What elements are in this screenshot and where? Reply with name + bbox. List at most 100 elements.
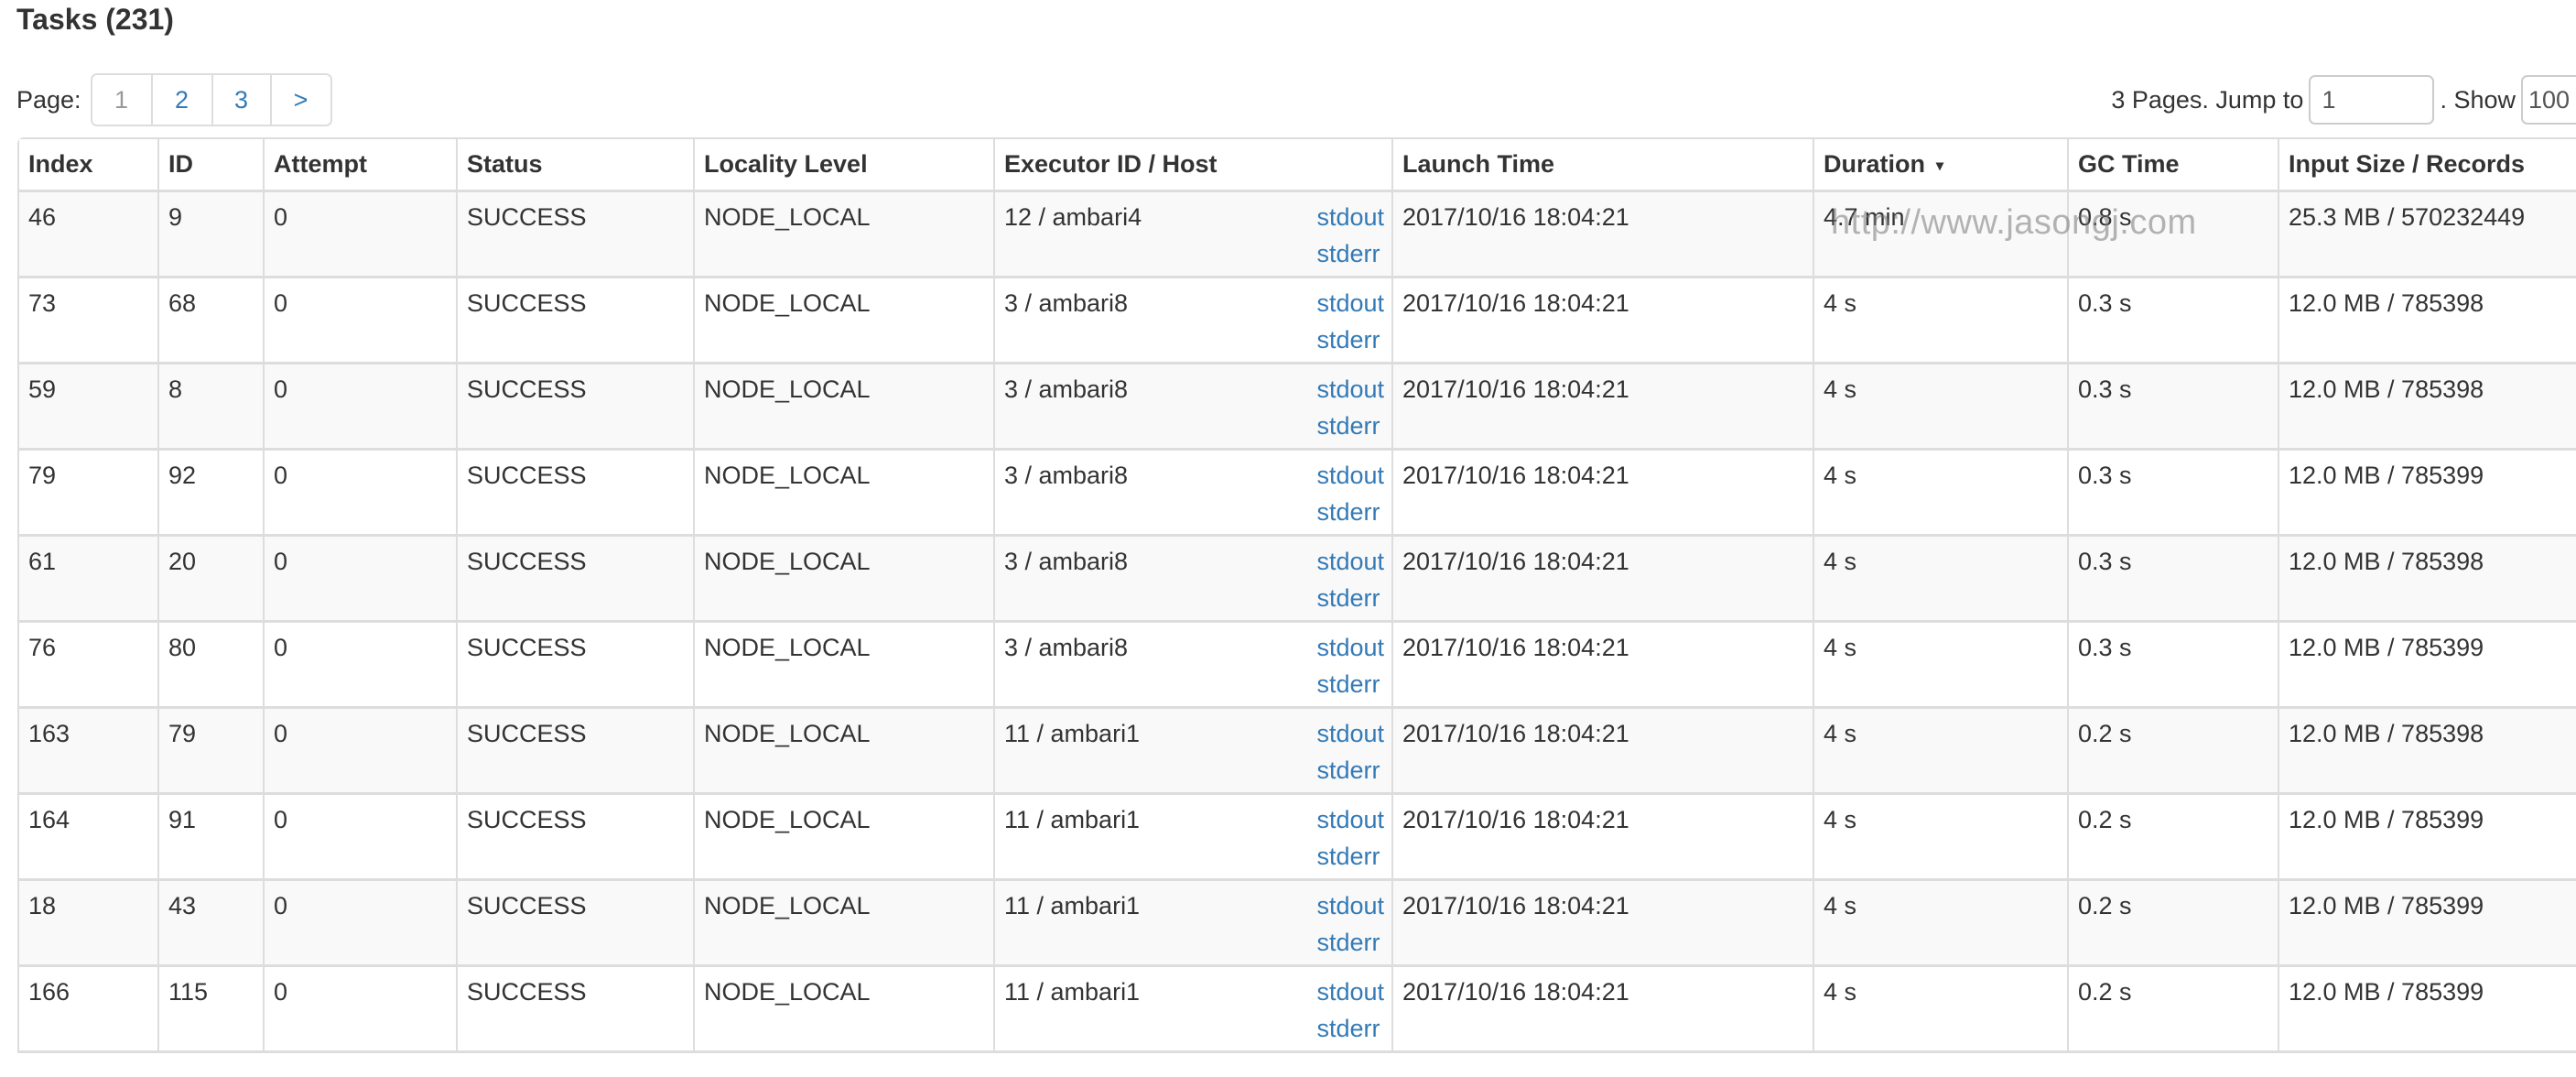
task-id: 68: [159, 278, 265, 364]
stdout-link[interactable]: stdout: [1316, 801, 1384, 838]
stdout-link[interactable]: stdout: [1316, 543, 1384, 580]
task-attempt: 0: [265, 451, 458, 537]
next-page-button[interactable]: >: [271, 75, 330, 125]
stdout-link[interactable]: stdout: [1316, 457, 1384, 494]
log-links: stdout stderr: [1316, 887, 1384, 961]
launch-time: 2017/10/16 18:04:21: [1393, 709, 1814, 795]
stdout-link[interactable]: stdout: [1316, 199, 1384, 235]
executor-cell: 12 / ambari4 stdout stderr: [995, 192, 1393, 278]
launch-time: 2017/10/16 18:04:21: [1393, 451, 1814, 537]
table-row: 79 92 0 SUCCESS NODE_LOCAL 3 / ambari8 stdout s…: [19, 451, 2576, 537]
table-row: 73 68 0 SUCCESS NODE_LOCAL 3 / ambari8 stdout s…: [19, 278, 2576, 364]
executor-host: 3 / ambari8: [1004, 548, 1129, 575]
stderr-link[interactable]: stderr: [1316, 924, 1380, 961]
page-button-3[interactable]: 3: [212, 75, 272, 125]
column-header-launch-time[interactable]: Launch Time: [1393, 139, 1814, 192]
stderr-link[interactable]: stderr: [1316, 752, 1380, 789]
page-title: Tasks (231): [16, 3, 174, 36]
log-links: stdout stderr: [1316, 371, 1384, 444]
task-attempt: 0: [265, 537, 458, 623]
task-locality: NODE_LOCAL: [695, 967, 995, 1053]
task-attempt: 0: [265, 364, 458, 451]
page-button-1[interactable]: 1: [92, 75, 153, 125]
task-index: 76: [19, 623, 159, 709]
stdout-link[interactable]: stdout: [1316, 629, 1384, 666]
task-duration: 4 s: [1814, 967, 2069, 1053]
column-header-input-size[interactable]: Input Size / Records: [2279, 139, 2576, 192]
input-size-records: 12.0 MB / 785398: [2279, 364, 2576, 451]
table-row: 163 79 0 SUCCESS NODE_LOCAL 11 / ambari1 stdou…: [19, 709, 2576, 795]
task-duration: 4 s: [1814, 537, 2069, 623]
executor-host: 11 / ambari1: [1004, 806, 1141, 833]
column-header-duration[interactable]: Duration ▾: [1814, 139, 2069, 192]
page-label: Page:: [16, 85, 81, 114]
executor-host: 12 / ambari4: [1004, 203, 1142, 231]
stdout-link[interactable]: stdout: [1316, 887, 1384, 924]
task-id: 20: [159, 537, 265, 623]
column-header-gc-time[interactable]: GC Time: [2069, 139, 2279, 192]
task-index: 164: [19, 795, 159, 881]
task-status: SUCCESS: [458, 881, 695, 967]
sort-descending-icon: ▾: [1936, 158, 1944, 174]
table-row: 166 115 0 SUCCESS NODE_LOCAL 11 / ambari1 stdo…: [19, 967, 2576, 1053]
gc-time: 0.3 s: [2069, 623, 2279, 709]
jump-to-page-input[interactable]: [2309, 75, 2435, 125]
stdout-link[interactable]: stdout: [1316, 974, 1384, 1010]
gc-time: 0.8 s: [2069, 192, 2279, 278]
task-status: SUCCESS: [458, 451, 695, 537]
stdout-link[interactable]: stdout: [1316, 285, 1384, 321]
stderr-link[interactable]: stderr: [1316, 580, 1380, 616]
gc-time: 0.2 s: [2069, 709, 2279, 795]
task-id: 9: [159, 192, 265, 278]
task-index: 59: [19, 364, 159, 451]
pagination-right: 3 Pages. Jump to . Show: [2111, 73, 2576, 126]
stderr-link[interactable]: stderr: [1316, 235, 1380, 272]
stdout-link[interactable]: stdout: [1316, 371, 1384, 408]
stdout-link[interactable]: stdout: [1316, 715, 1384, 752]
stderr-link[interactable]: stderr: [1316, 321, 1380, 358]
task-id: 79: [159, 709, 265, 795]
executor-host: 11 / ambari1: [1004, 892, 1141, 919]
page-size-input[interactable]: [2521, 75, 2576, 125]
task-status: SUCCESS: [458, 709, 695, 795]
launch-time: 2017/10/16 18:04:21: [1393, 537, 1814, 623]
task-attempt: 0: [265, 881, 458, 967]
column-header-locality[interactable]: Locality Level: [695, 139, 995, 192]
column-header-id[interactable]: ID: [159, 139, 265, 192]
pages-summary: 3 Pages. Jump to: [2111, 85, 2304, 114]
input-size-records: 12.0 MB / 785399: [2279, 881, 2576, 967]
task-attempt: 0: [265, 709, 458, 795]
column-header-status[interactable]: Status: [458, 139, 695, 192]
stderr-link[interactable]: stderr: [1316, 408, 1380, 444]
task-index: 73: [19, 278, 159, 364]
input-size-records: 12.0 MB / 785398: [2279, 278, 2576, 364]
column-header-attempt[interactable]: Attempt: [265, 139, 458, 192]
stderr-link[interactable]: stderr: [1316, 494, 1380, 530]
stderr-link[interactable]: stderr: [1316, 838, 1380, 875]
launch-time: 2017/10/16 18:04:21: [1393, 795, 1814, 881]
executor-host: 11 / ambari1: [1004, 978, 1141, 1006]
task-duration: 4 s: [1814, 709, 2069, 795]
pagination-left: Page: 1 2 3 >: [16, 73, 332, 126]
executor-cell: 3 / ambari8 stdout stderr: [995, 278, 1393, 364]
launch-time: 2017/10/16 18:04:21: [1393, 881, 1814, 967]
task-duration: 4 s: [1814, 451, 2069, 537]
log-links: stdout stderr: [1316, 285, 1384, 358]
log-links: stdout stderr: [1316, 629, 1384, 702]
task-index: 163: [19, 709, 159, 795]
input-size-records: 25.3 MB / 570232449: [2279, 192, 2576, 278]
launch-time: 2017/10/16 18:04:21: [1393, 623, 1814, 709]
duration-header-label: Duration: [1824, 150, 1925, 178]
table-row: 164 91 0 SUCCESS NODE_LOCAL 11 / ambari1 stdou…: [19, 795, 2576, 881]
executor-host: 11 / ambari1: [1004, 720, 1141, 747]
gc-time: 0.2 s: [2069, 967, 2279, 1053]
stderr-link[interactable]: stderr: [1316, 666, 1380, 702]
column-header-executor[interactable]: Executor ID / Host: [995, 139, 1393, 192]
task-status: SUCCESS: [458, 795, 695, 881]
task-duration: 4 s: [1814, 364, 2069, 451]
task-id: 8: [159, 364, 265, 451]
stderr-link[interactable]: stderr: [1316, 1010, 1380, 1047]
page-button-2[interactable]: 2: [152, 75, 213, 125]
page-buttons: 1 2 3 >: [90, 73, 332, 126]
column-header-index[interactable]: Index: [19, 139, 159, 192]
